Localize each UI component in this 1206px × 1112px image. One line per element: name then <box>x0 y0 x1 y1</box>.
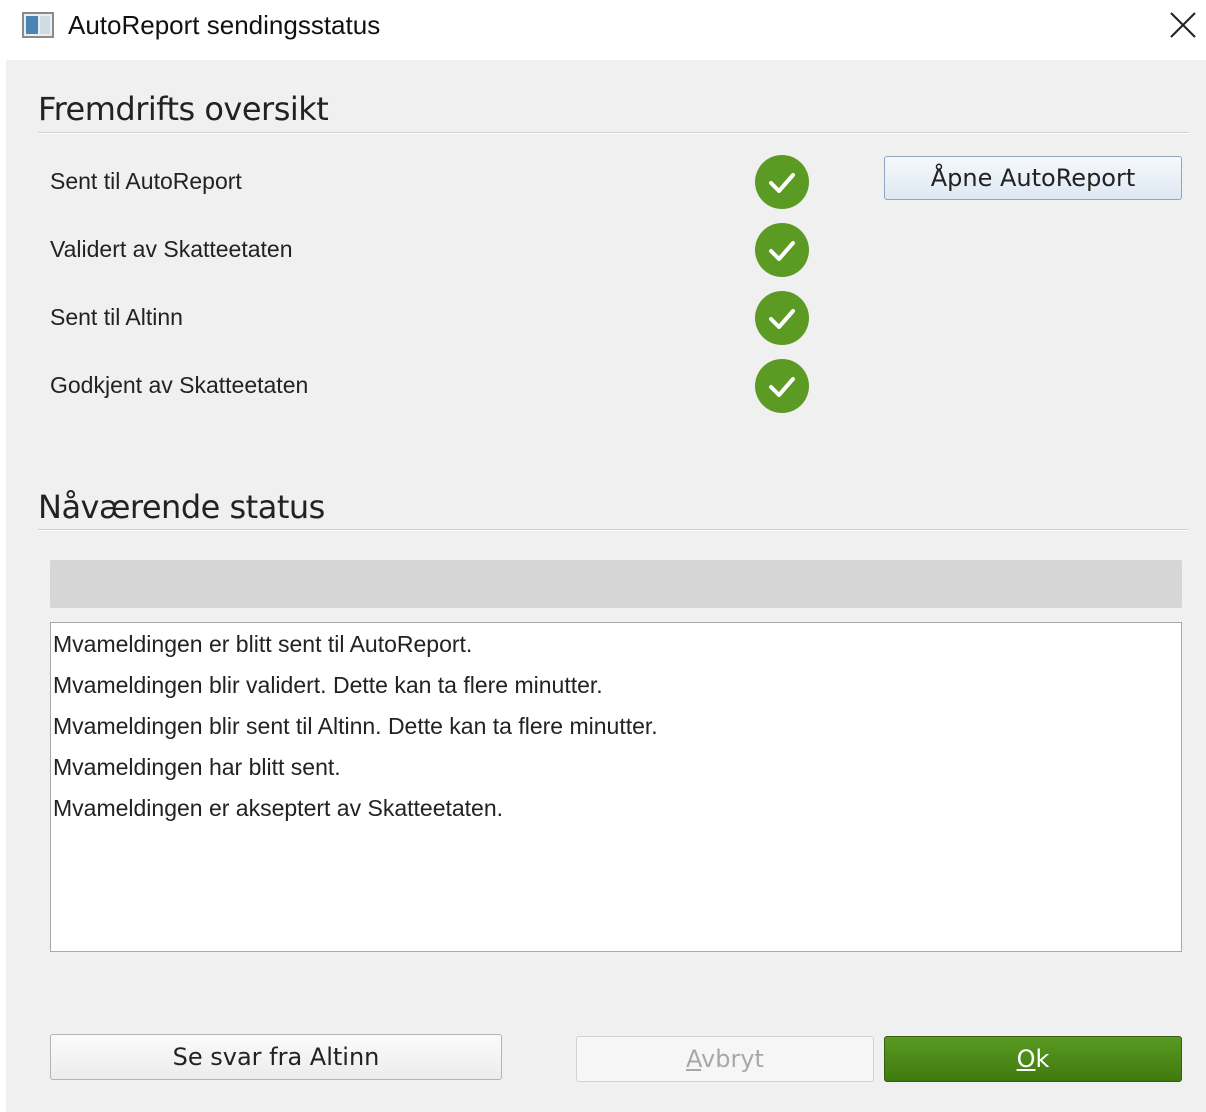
ok-label-rest: k <box>1035 1045 1050 1073</box>
cancel-mnemonic: A <box>686 1045 702 1073</box>
ok-button[interactable]: Ok <box>884 1036 1182 1082</box>
log-line: Mvameldingen blir sent til Altinn. Dette… <box>53 713 658 739</box>
progress-bar <box>50 560 1182 608</box>
log-line: Mvameldingen blir validert. Dette kan ta… <box>53 672 603 698</box>
see-altinn-response-button[interactable]: Se svar fra Altinn <box>50 1034 502 1080</box>
log-line: Mvameldingen er akseptert av Skatteetate… <box>53 795 504 821</box>
status-log[interactable]: Mvameldingen er blitt sent til AutoRepor… <box>50 622 1182 952</box>
cancel-label-rest: vbryt <box>701 1045 764 1073</box>
close-icon[interactable] <box>1166 8 1200 42</box>
log-line: Mvameldingen har blitt sent. <box>53 754 341 780</box>
check-circle-icon <box>755 155 809 209</box>
step-label-sent-altinn: Sent til Altinn <box>50 304 183 330</box>
ok-mnemonic: O <box>1016 1045 1036 1073</box>
step-label-godkjent: Godkjent av Skatteetaten <box>50 372 309 398</box>
check-circle-icon <box>755 223 809 277</box>
open-autoreport-button[interactable]: Åpne AutoReport <box>884 156 1182 200</box>
status-section-divider <box>38 529 1188 531</box>
check-circle-icon <box>755 359 809 413</box>
cancel-button[interactable]: Avbryt <box>576 1036 874 1082</box>
progress-section-divider <box>38 132 1188 134</box>
dialog-body: Fremdrifts oversikt Sent til AutoReport … <box>6 60 1206 1112</box>
check-circle-icon <box>755 291 809 345</box>
window-app-icon <box>22 12 54 38</box>
step-label-sent-autoreport: Sent til AutoReport <box>50 168 242 194</box>
progress-section-title: Fremdrifts oversikt <box>38 90 329 128</box>
status-section-title: Nåværende status <box>38 488 325 526</box>
step-label-validert: Validert av Skatteetaten <box>50 236 293 262</box>
log-line: Mvameldingen er blitt sent til AutoRepor… <box>53 631 473 657</box>
window-title: AutoReport sendingsstatus <box>68 10 381 40</box>
title-bar: AutoReport sendingsstatus <box>0 0 1206 56</box>
